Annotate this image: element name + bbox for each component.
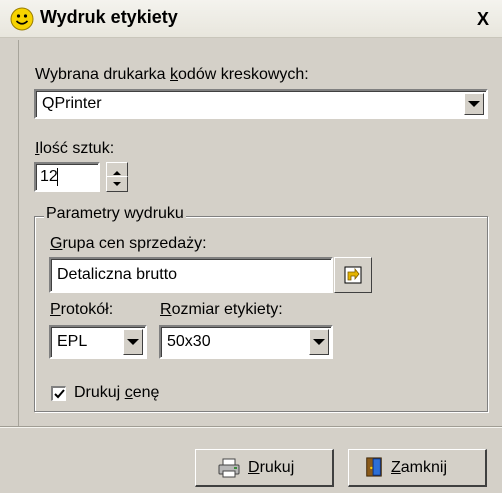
close-button-rest: amknij: [400, 459, 448, 476]
printer-label-part: Wybrana drukarka: [35, 66, 171, 83]
label-size-label: Rozmiar etykiety:: [160, 301, 283, 319]
price-group-label-rest: rupa cen sprzedaży:: [62, 235, 207, 252]
print-button[interactable]: Drukuj: [195, 449, 334, 487]
quantity-input[interactable]: 12: [34, 162, 100, 192]
label-size-label-rest: ozmiar etykiety:: [171, 301, 283, 318]
printer-select[interactable]: QPrinter: [34, 89, 488, 119]
printer-icon: [218, 458, 240, 478]
protocol-label-rest: rotokół:: [60, 301, 114, 318]
close-button-label: Zamknij: [391, 459, 447, 477]
print-button-rest: rukuj: [259, 459, 295, 476]
protocol-label: Protokół:: [50, 301, 113, 319]
close-button[interactable]: Zamknij: [348, 449, 487, 487]
label-size-value: 50x30: [167, 333, 211, 350]
print-button-accel: D: [248, 459, 260, 476]
printer-label-accel: k: [170, 66, 179, 83]
printer-select-value: QPrinter: [42, 95, 102, 112]
price-group-label-accel: G: [50, 235, 63, 252]
print-price-label-accel: c: [124, 384, 133, 401]
close-button-accel: Z: [391, 459, 401, 476]
smiley-icon: [10, 7, 34, 31]
print-price-label-part: Drukuj: [74, 384, 125, 401]
quantity-spin-down-button[interactable]: [106, 176, 128, 192]
printer-label-rest: odów kreskowych:: [178, 66, 309, 83]
print-price-label[interactable]: Drukuj cenę: [74, 384, 159, 402]
select-arrow-icon: [344, 266, 362, 284]
door-exit-icon: [366, 457, 382, 477]
print-params-title: Parametry wydruku: [44, 205, 186, 223]
window-title: Wydruk etykiety: [40, 7, 178, 27]
price-group-field[interactable]: Detaliczna brutto: [49, 257, 333, 293]
text-caret: [57, 168, 58, 186]
close-window-button[interactable]: X: [472, 9, 494, 29]
title-bar: Wydruk etykiety X: [0, 0, 502, 38]
print-price-checkbox[interactable]: [51, 386, 66, 401]
price-group-label: Grupa cen sprzedaży:: [50, 235, 207, 253]
label-size-dropdown-button[interactable]: [309, 329, 329, 355]
printer-dropdown-button[interactable]: [464, 93, 484, 115]
price-group-value: Detaliczna brutto: [57, 266, 178, 283]
printer-label: Wybrana drukarka kodów kreskowych:: [35, 66, 309, 84]
price-group-pick-button[interactable]: [334, 257, 372, 293]
protocol-label-accel: P: [50, 301, 61, 318]
print-price-label-rest: enę: [132, 384, 160, 401]
checkmark-icon: [54, 389, 65, 399]
protocol-select[interactable]: EPL: [49, 325, 147, 359]
print-button-label: Drukuj: [248, 459, 294, 477]
quantity-input-value: 12: [40, 168, 58, 185]
print-label-window: Wydruk etykiety X Wybrana drukarka kodów…: [0, 0, 502, 493]
label-size-label-accel: R: [160, 301, 172, 318]
protocol-value: EPL: [57, 333, 88, 350]
label-size-select[interactable]: 50x30: [159, 325, 333, 359]
quantity-label-rest: lość sztuk:: [39, 140, 115, 157]
protocol-dropdown-button[interactable]: [123, 329, 143, 355]
quantity-label: Ilość sztuk:: [35, 140, 114, 158]
